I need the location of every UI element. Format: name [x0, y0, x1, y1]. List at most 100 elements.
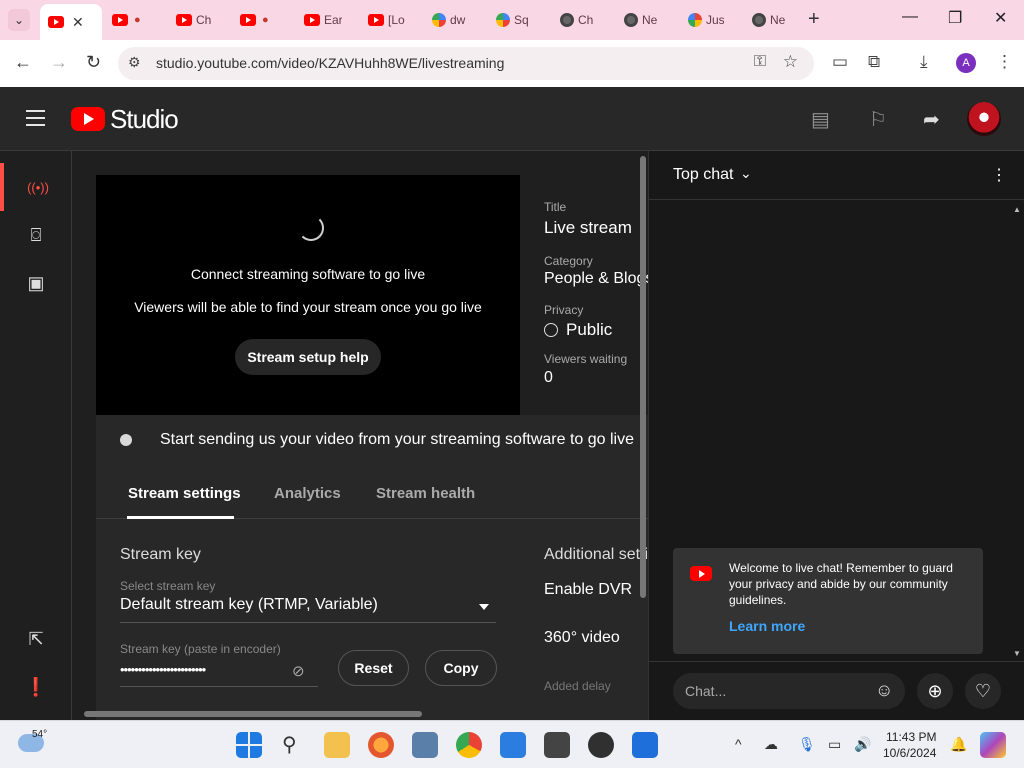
more-vertical-icon[interactable]: ⋮ [996, 52, 1013, 72]
browser-tab[interactable]: dw [424, 6, 486, 34]
live-chat-panel: Top chat ⌄ ⋮ ▲ Welcome to live chat! Rem… [648, 151, 1024, 720]
volume-icon[interactable]: 🔊 [854, 736, 871, 753]
display-icon[interactable]: ▭ [828, 736, 841, 753]
enable-dvr-label[interactable]: Enable DVR [544, 581, 632, 599]
profile-avatar[interactable]: A [956, 53, 976, 73]
visibility-off-icon[interactable]: ⊘ [292, 662, 305, 680]
browser-tab[interactable]: Ch [552, 6, 614, 34]
clock-time[interactable]: 11:43 PM [886, 730, 936, 744]
back-arrow-icon[interactable]: ← [14, 52, 32, 73]
stream-key-field[interactable]: •••••••••••••••••••••••• [120, 662, 206, 677]
privacy-value: Public [566, 320, 613, 339]
tab-analytics[interactable]: Analytics [274, 485, 341, 502]
share-arrow-icon[interactable]: ➦ [923, 107, 940, 132]
chat-input[interactable] [673, 673, 905, 709]
forward-arrow-icon[interactable]: → [50, 52, 68, 73]
stream-settings-panel: Stream settings Analytics Stream health … [96, 467, 648, 720]
browser-tab-active[interactable]: ✕ [40, 4, 102, 40]
network-app-icon[interactable] [412, 732, 438, 758]
studio-logo-text[interactable]: Studio [110, 104, 179, 135]
calendar-icon[interactable]: ▣ [0, 259, 72, 307]
download-icon[interactable]: ⤓ [920, 52, 928, 72]
browser-tab[interactable]: Ne [616, 6, 678, 34]
copy-button[interactable]: Copy [425, 650, 497, 686]
site-settings-icon[interactable]: ⚙ [128, 54, 141, 71]
close-tab-icon[interactable]: ✕ [72, 14, 84, 31]
firefox-icon[interactable] [368, 732, 394, 758]
minimize-icon[interactable]: — [902, 8, 918, 26]
microphone-icon[interactable]: 🎙 [798, 736, 816, 753]
cast-icon[interactable]: ▭ [832, 52, 848, 72]
browser-tab[interactable]: ● [232, 6, 294, 34]
added-delay-label: Added delay [544, 679, 611, 693]
bookmark-icon[interactable]: ⚐ [869, 107, 887, 132]
media-app-icon[interactable] [544, 732, 570, 758]
obs-icon[interactable] [588, 732, 614, 758]
chrome-icon[interactable] [456, 732, 482, 758]
url-text[interactable]: studio.youtube.com/video/KZAVHuhh8WE/liv… [156, 55, 504, 71]
reload-icon[interactable]: ↻ [86, 52, 101, 73]
defender-shield-icon[interactable] [632, 732, 658, 758]
close-window-icon[interactable]: ✕ [994, 8, 1007, 28]
add-plus-icon[interactable]: ⊕ [917, 673, 953, 709]
browser-tab[interactable]: Ne [744, 6, 806, 34]
file-explorer-icon[interactable] [324, 732, 350, 758]
clapperboard-icon[interactable]: ▤ [811, 107, 830, 132]
copilot-icon[interactable] [980, 732, 1006, 758]
learn-more-link[interactable]: Learn more [729, 618, 805, 634]
hamburger-menu-icon[interactable] [26, 110, 45, 126]
youtube-icon [176, 14, 192, 26]
pinwheel-icon [432, 13, 446, 27]
browser-tab[interactable]: Sq [488, 6, 550, 34]
browser-tab[interactable]: [Lo [360, 6, 422, 34]
dropdown-caret-icon[interactable] [479, 604, 489, 610]
extensions-puzzle-icon[interactable]: ⧉ [868, 52, 880, 72]
chat-mode-select[interactable]: Top chat [673, 166, 733, 184]
tab-stream-health[interactable]: Stream health [376, 485, 475, 502]
youtube-logo-icon[interactable] [71, 107, 105, 131]
scroll-up-arrow-icon[interactable]: ▲ [1013, 205, 1021, 214]
camera-icon[interactable]: ⌼ [0, 211, 72, 259]
address-bar[interactable]: ⚙ studio.youtube.com/video/KZAVHuhh8WE/l… [118, 47, 814, 80]
browser-tab[interactable]: ● [104, 6, 166, 34]
notepad-icon[interactable] [500, 732, 526, 758]
cloud-offline-icon[interactable]: ☁ [764, 736, 778, 753]
scroll-down-arrow-icon[interactable]: ▼ [1013, 649, 1021, 658]
feedback-icon[interactable]: ❗ [0, 663, 72, 711]
viewers-waiting-label: Viewers waiting [544, 352, 628, 366]
stream-key-underline [120, 686, 318, 687]
stream-key-heading: Stream key [120, 546, 201, 563]
loading-spinner-icon [298, 215, 324, 241]
stream-key-select[interactable]: Default stream key (RTMP, Variable) [120, 596, 378, 614]
horizontal-scrollbar[interactable] [84, 711, 422, 717]
connect-message: Connect streaming software to go live [190, 266, 426, 282]
notification-bell-icon[interactable]: 🔔 [950, 736, 967, 753]
chevron-down-icon[interactable]: ⌄ [740, 165, 752, 182]
more-vertical-icon[interactable]: ⋮ [991, 165, 1007, 185]
tab-stream-settings[interactable]: Stream settings [128, 485, 241, 502]
google-icon [688, 13, 702, 27]
emoji-icon[interactable]: ☺ [875, 680, 893, 701]
chatgpt-icon [560, 13, 574, 27]
weather-temperature[interactable]: 54° [32, 729, 47, 740]
search-icon[interactable]: ⚲ [282, 732, 297, 757]
channel-avatar[interactable] [967, 102, 1001, 136]
tab-search-chevron-icon[interactable]: ⌄ [8, 9, 30, 31]
external-link-icon[interactable]: ⇱ [0, 615, 72, 663]
new-tab-plus-icon[interactable]: + [808, 8, 820, 31]
live-broadcast-icon[interactable]: ((•)) [0, 163, 72, 211]
password-key-icon[interactable]: ⚿ [754, 53, 766, 71]
stream-setup-help-button[interactable]: Stream setup help [235, 339, 381, 375]
show-hidden-icons-chevron-icon[interactable]: ^ [735, 736, 742, 752]
bookmark-star-icon[interactable]: ☆ [783, 52, 798, 72]
browser-tab[interactable]: Jus [680, 6, 742, 34]
heart-icon[interactable]: ♡ [965, 673, 1001, 709]
reset-button[interactable]: Reset [338, 650, 409, 686]
vertical-scrollbar[interactable] [640, 156, 646, 598]
video-360-label[interactable]: 360° video [544, 629, 620, 647]
browser-tab[interactable]: Ear [296, 6, 358, 34]
windows-start-icon[interactable] [236, 732, 262, 758]
browser-tab[interactable]: Ch [168, 6, 230, 34]
restore-icon[interactable]: ❐ [948, 8, 962, 28]
clock-date[interactable]: 10/6/2024 [883, 746, 936, 760]
